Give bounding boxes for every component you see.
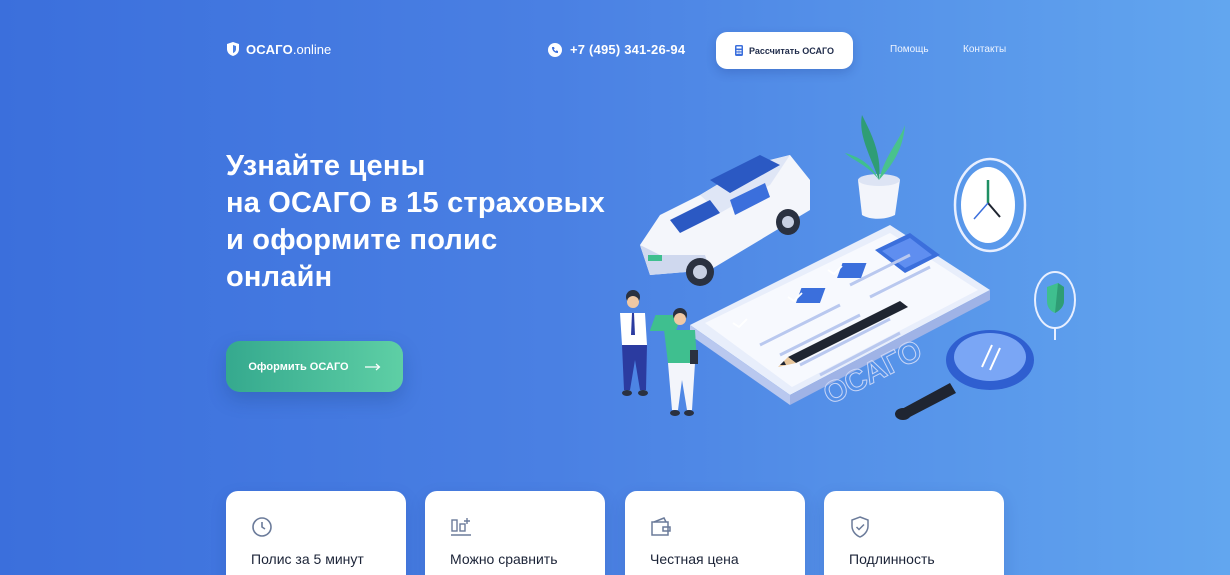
calculator-icon	[734, 45, 743, 56]
feature-title: Подлинность	[849, 551, 935, 567]
shield-check-icon	[851, 516, 869, 538]
feature-card: Подлинность	[824, 491, 1004, 575]
site-logo[interactable]: ОСАГО.online	[226, 41, 331, 57]
people-illustration	[620, 290, 698, 416]
clock-icon	[252, 517, 272, 537]
feature-card: Честная цена	[625, 491, 805, 575]
phone-link[interactable]: +7 (495) 341-26-94	[548, 42, 685, 57]
calculate-osago-button[interactable]: Рассчитать ОСАГО	[716, 32, 853, 69]
shield-icon	[227, 42, 239, 56]
feature-title: Можно сравнить	[450, 551, 558, 567]
get-osago-button[interactable]: Оформить ОСАГО	[226, 341, 403, 392]
hero-title: Узнайте цены на ОСАГО в 15 страховых и о…	[226, 148, 646, 296]
hero-title-line: Узнайте цены	[226, 150, 426, 182]
feature-card: Можно сравнить	[425, 491, 605, 575]
compare-icon	[451, 518, 471, 536]
hero-title-line: онлайн	[226, 261, 333, 293]
nav-contacts-link[interactable]: Контакты	[963, 44, 1006, 55]
feature-title: Честная цена	[650, 551, 739, 567]
phone-number: +7 (495) 341-26-94	[570, 42, 686, 57]
arrow-right-icon	[364, 363, 381, 370]
nav-help-link[interactable]: Помощь	[890, 44, 929, 55]
logo-brand: ОСАГО	[246, 41, 293, 57]
hero-title-line: и оформите полис	[226, 224, 498, 256]
clock-illustration	[953, 157, 1027, 253]
feature-title: Полис за 5 минут	[251, 551, 364, 567]
get-osago-label: Оформить ОСАГО	[248, 360, 349, 373]
plant-illustration	[845, 115, 905, 219]
phone-icon	[548, 42, 562, 57]
hero-illustration: ОСАГО	[620, 115, 1076, 420]
logo-tld: .online	[292, 41, 332, 57]
calculate-osago-label: Рассчитать ОСАГО	[748, 45, 835, 56]
car-illustration	[640, 155, 810, 286]
wallet-icon	[651, 517, 671, 536]
hero-title-line: на ОСАГО в 15 страховых	[226, 187, 605, 219]
shield-badge-illustration	[1034, 271, 1076, 340]
feature-card: Полис за 5 минут	[226, 491, 406, 575]
